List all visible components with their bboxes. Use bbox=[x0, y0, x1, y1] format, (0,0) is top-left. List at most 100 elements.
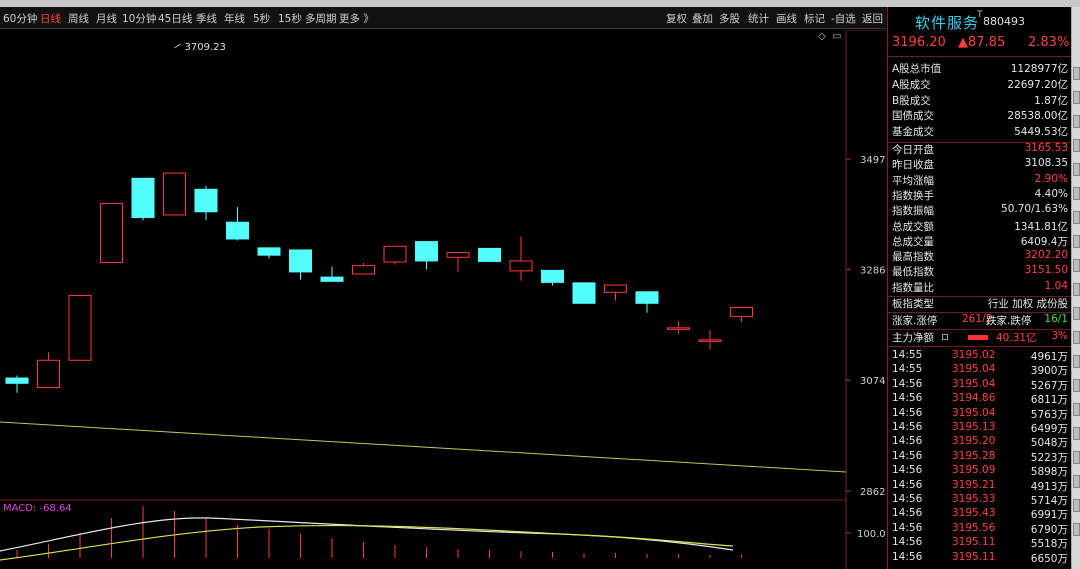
scroll-tab[interactable] bbox=[1073, 115, 1080, 128]
tick-volume: 6811万 bbox=[1030, 394, 1068, 407]
candle-body[interactable] bbox=[352, 265, 375, 275]
stat-value: 4.40% bbox=[1034, 187, 1068, 200]
candle-body[interactable] bbox=[541, 269, 564, 283]
period-tab[interactable]: 15秒 bbox=[278, 11, 302, 26]
flow-bar bbox=[968, 335, 988, 340]
period-tab[interactable]: 年线 bbox=[224, 11, 245, 26]
high-annotation: 3709.23 bbox=[185, 42, 226, 53]
macd-level-label: 100.0 bbox=[857, 529, 886, 540]
scroll-tab[interactable] bbox=[1073, 163, 1080, 176]
candle-body[interactable] bbox=[635, 291, 659, 304]
scroll-tab[interactable] bbox=[1073, 187, 1080, 200]
stat-row: 今日开盘 3165.53 bbox=[892, 142, 1068, 157]
scroll-tab[interactable] bbox=[1073, 379, 1080, 392]
candle-body[interactable] bbox=[572, 282, 596, 304]
flow-detail-icon[interactable] bbox=[942, 334, 948, 340]
scroll-tab[interactable] bbox=[1073, 451, 1080, 464]
kline-chart-svg[interactable]: MACD: -68.64 100.0 3497 3286 3074 2862 ◇ ▭ 3709… bbox=[0, 29, 886, 569]
kline-chart[interactable]: MACD: -68.64 100.0 3497 3286 3074 2862 ◇ ▭ 3709… bbox=[0, 29, 886, 569]
index-type-value[interactable]: 行业 加权 成份股 bbox=[988, 296, 1068, 311]
tick-price: 3195.13 bbox=[952, 421, 996, 433]
scroll-tab[interactable] bbox=[1073, 283, 1080, 296]
period-tab[interactable]: 多周期 bbox=[305, 11, 337, 26]
tick-row: 14:56 3195.04 5267万 bbox=[888, 378, 1072, 392]
tick-row: 14:56 3195.11 5518万 bbox=[888, 536, 1072, 550]
candle-body[interactable] bbox=[478, 247, 501, 262]
tick-volume: 5714万 bbox=[1030, 495, 1068, 507]
period-tab[interactable]: 45日线 bbox=[158, 11, 192, 26]
tick-price: 3195.56 bbox=[952, 521, 996, 534]
scroll-tab[interactable] bbox=[1073, 523, 1080, 536]
scroll-tab[interactable] bbox=[1073, 427, 1080, 440]
toolbar-button[interactable]: 画线 bbox=[776, 11, 797, 26]
candle-body[interactable] bbox=[667, 327, 690, 330]
scroll-tab[interactable] bbox=[1073, 331, 1080, 344]
scroll-tab[interactable] bbox=[1073, 355, 1080, 368]
stat-label: 平均涨幅 bbox=[892, 174, 934, 187]
stat-label: A股总市值 bbox=[892, 63, 942, 75]
scroll-tab[interactable] bbox=[1073, 211, 1080, 224]
period-tab[interactable]: 10分钟 bbox=[122, 11, 156, 26]
tick-price: 3195.20 bbox=[952, 435, 996, 448]
scroll-tab[interactable] bbox=[1073, 235, 1080, 248]
period-tab[interactable]: 周线 bbox=[68, 11, 89, 26]
candle-body[interactable] bbox=[194, 188, 218, 213]
ma-line bbox=[0, 421, 847, 473]
tick-time: 14:55 bbox=[892, 349, 923, 361]
scroll-tab[interactable] bbox=[1073, 67, 1080, 80]
candle-body[interactable] bbox=[5, 377, 29, 384]
period-tab[interactable]: 60分钟 bbox=[3, 11, 37, 26]
stat-row: 指数换手 4.40% bbox=[892, 188, 1068, 203]
candle-body[interactable] bbox=[415, 241, 438, 262]
divider bbox=[888, 346, 1072, 347]
scroll-tab[interactable] bbox=[1073, 307, 1080, 320]
scroll-tab[interactable] bbox=[1073, 499, 1080, 512]
candle-body[interactable] bbox=[131, 177, 155, 219]
toolbar-button[interactable]: 多股 bbox=[719, 11, 740, 26]
candle-body[interactable] bbox=[289, 249, 312, 273]
period-tab[interactable]: 5秒 bbox=[253, 11, 270, 26]
candle-body[interactable] bbox=[100, 202, 123, 264]
side-scrollbar[interactable] bbox=[1071, 7, 1080, 569]
toolbar-button[interactable]: 统计 bbox=[748, 11, 769, 26]
diamond-icon[interactable]: ◇ bbox=[818, 31, 826, 42]
stat-row: A股成交 22697.20亿 bbox=[892, 77, 1068, 92]
period-tab[interactable]: 更多 》 bbox=[339, 11, 374, 26]
window-icon[interactable]: ▭ bbox=[832, 31, 841, 42]
candle-body[interactable] bbox=[226, 221, 249, 240]
stat-row: 最低指数 3151.50 bbox=[892, 264, 1068, 279]
window-title-bar bbox=[0, 0, 1080, 7]
candle-body[interactable] bbox=[383, 245, 407, 263]
scroll-tab[interactable] bbox=[1073, 475, 1080, 488]
candle-body[interactable] bbox=[257, 247, 281, 256]
stat-row: A股总市值 1128977亿 bbox=[892, 61, 1068, 76]
tick-volume: 6499万 bbox=[1030, 423, 1068, 435]
candle-body[interactable] bbox=[446, 252, 470, 258]
candle-body[interactable] bbox=[320, 276, 344, 282]
scroll-tab[interactable] bbox=[1073, 259, 1080, 272]
scroll-tab[interactable] bbox=[1073, 403, 1080, 416]
toolbar-button[interactable]: 叠加 bbox=[692, 11, 713, 26]
candle-body[interactable] bbox=[730, 306, 753, 317]
period-tab[interactable]: 季线 bbox=[196, 11, 217, 26]
candle-body[interactable] bbox=[68, 294, 92, 361]
candle-body[interactable] bbox=[509, 260, 533, 272]
scroll-tab[interactable] bbox=[1073, 91, 1080, 104]
candle-body[interactable] bbox=[604, 284, 627, 293]
decline-value: 16/1 bbox=[1044, 313, 1068, 325]
candle-body[interactable] bbox=[163, 172, 186, 216]
y-tick-label: 3286 bbox=[860, 265, 885, 276]
toolbar-button[interactable]: 返回 bbox=[862, 11, 883, 26]
candle-body[interactable] bbox=[37, 359, 60, 388]
toolbar-button[interactable]: -自选 bbox=[831, 11, 856, 26]
period-tab[interactable]: 日线 bbox=[40, 11, 61, 26]
tick-price: 3195.04 bbox=[952, 377, 996, 390]
toolbar-button[interactable]: 复权 bbox=[666, 11, 687, 26]
candle-body[interactable] bbox=[698, 339, 722, 342]
stat-row: 总成交量 6409.4万 bbox=[892, 234, 1068, 249]
scroll-tab[interactable] bbox=[1073, 139, 1080, 152]
toolbar-button[interactable]: 标记 bbox=[804, 11, 825, 26]
tick-volume: 6650万 bbox=[1030, 552, 1068, 565]
period-tab[interactable]: 月线 bbox=[96, 11, 117, 26]
tick-row: 14:56 3195.04 5763万 bbox=[888, 407, 1072, 421]
